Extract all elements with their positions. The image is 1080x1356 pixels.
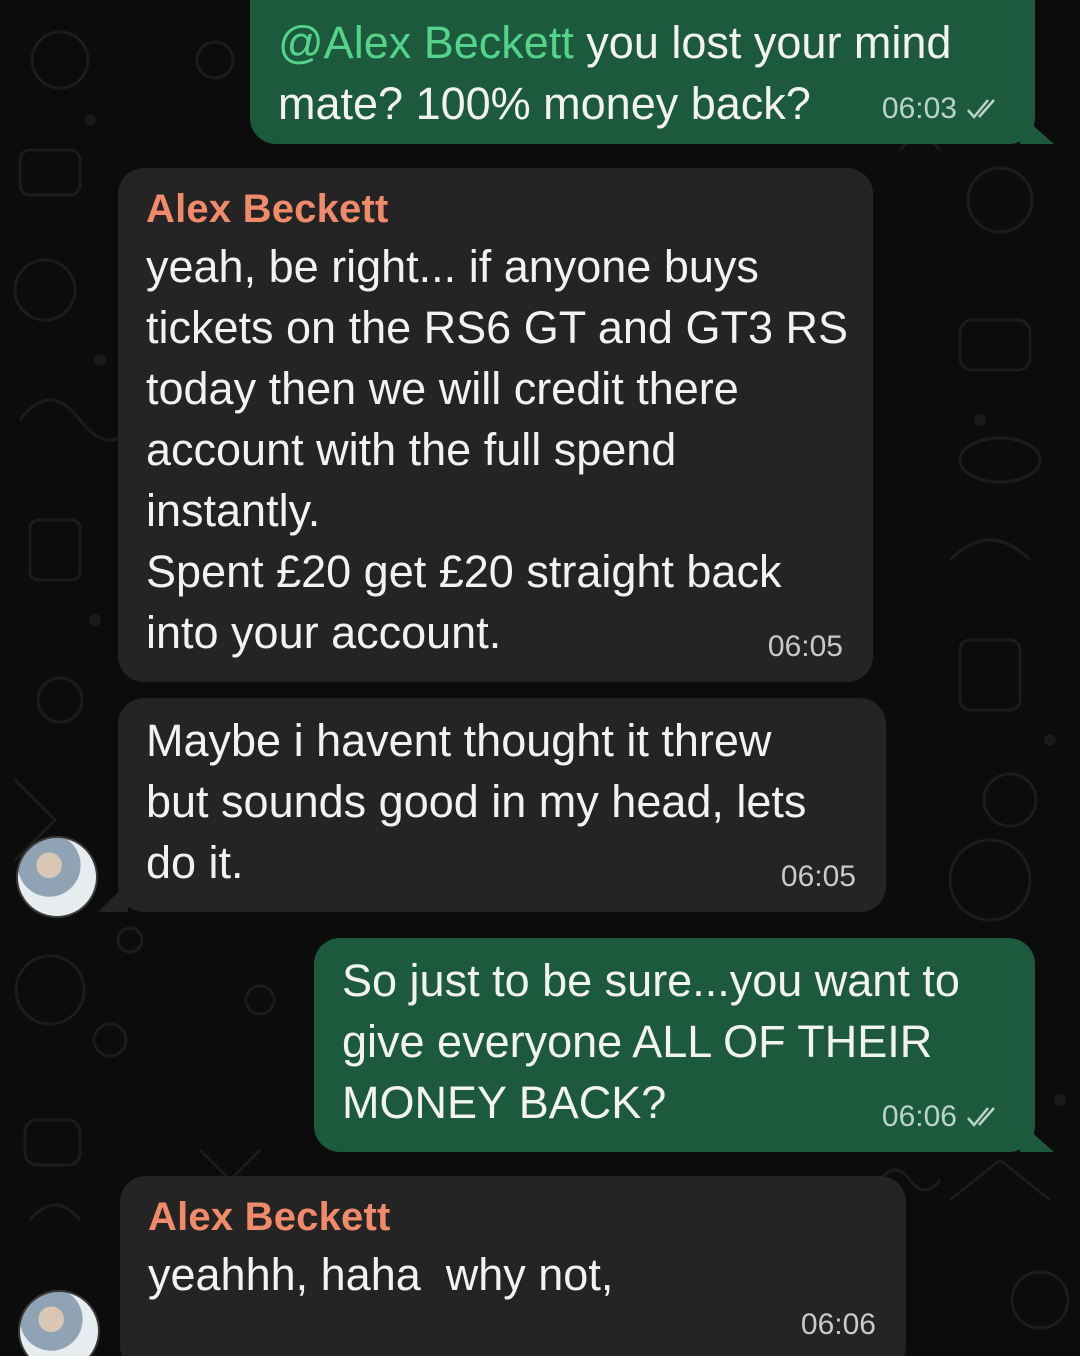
message-text-line: do it. — [146, 837, 244, 888]
message-time: 06:05 — [767, 630, 843, 663]
message-text-line: So just to be sure...you want to — [342, 955, 960, 1006]
mention-link[interactable]: @Alex Beckett — [278, 17, 574, 68]
read-double-check-icon — [967, 99, 995, 119]
incoming-message[interactable]: Alex Beckett yeah, be right... if anyone… — [118, 168, 873, 682]
message-text-line: today then we will credit there — [146, 363, 739, 414]
message-meta: 06:05 — [781, 860, 856, 894]
message-time: 06:06 — [881, 1100, 957, 1133]
read-double-check-icon — [967, 1107, 995, 1127]
message-meta: 06:06 — [882, 1100, 1005, 1134]
incoming-message[interactable]: Maybe i havent thought it threw but soun… — [118, 698, 886, 912]
outgoing-message[interactable]: So just to be sure...you want to give ev… — [314, 938, 1035, 1152]
message-text-line: instantly. — [146, 485, 321, 536]
message-text-line: Maybe i havent thought it threw — [146, 715, 772, 766]
message-text-line: yeah, be right... if anyone buys — [146, 241, 759, 292]
bubble-tail — [1020, 1122, 1054, 1152]
contact-avatar[interactable] — [16, 836, 98, 918]
sender-name[interactable]: Alex Beckett — [146, 182, 845, 236]
incoming-message[interactable]: Alex Beckett yeahhh, haha why not, 06:06 — [120, 1176, 906, 1356]
outgoing-message[interactable]: @Alex Beckett you lost your mind mate? 1… — [250, 0, 1035, 144]
bubble-tail — [98, 882, 128, 912]
message-time: 06:03 — [881, 92, 957, 125]
bubble-tail — [1020, 114, 1054, 144]
message-text: @Alex Beckett you lost your mind — [278, 17, 952, 68]
message-text-line: give everyone ALL OF THEIR — [342, 1016, 933, 1067]
message-time: 06:05 — [780, 860, 856, 893]
chat-view: @Alex Beckett you lost your mind mate? 1… — [0, 0, 1080, 1356]
message-text-line: account with the full spend — [146, 424, 677, 475]
message-text-line: into your account. — [146, 607, 502, 658]
message-text-line: but sounds good in my head, lets — [146, 776, 807, 827]
message-meta: 06:06 — [801, 1308, 876, 1342]
sender-name[interactable]: Alex Beckett — [148, 1190, 878, 1244]
message-meta: 06:03 — [882, 92, 1005, 126]
message-meta: 06:05 — [768, 630, 843, 664]
message-text-line: tickets on the RS6 GT and GT3 RS — [146, 302, 848, 353]
message-text-line: Spent £20 get £20 straight back — [146, 546, 782, 597]
message-text-line: yeahhh, haha why not, — [148, 1249, 614, 1300]
message-time: 06:06 — [800, 1308, 876, 1341]
